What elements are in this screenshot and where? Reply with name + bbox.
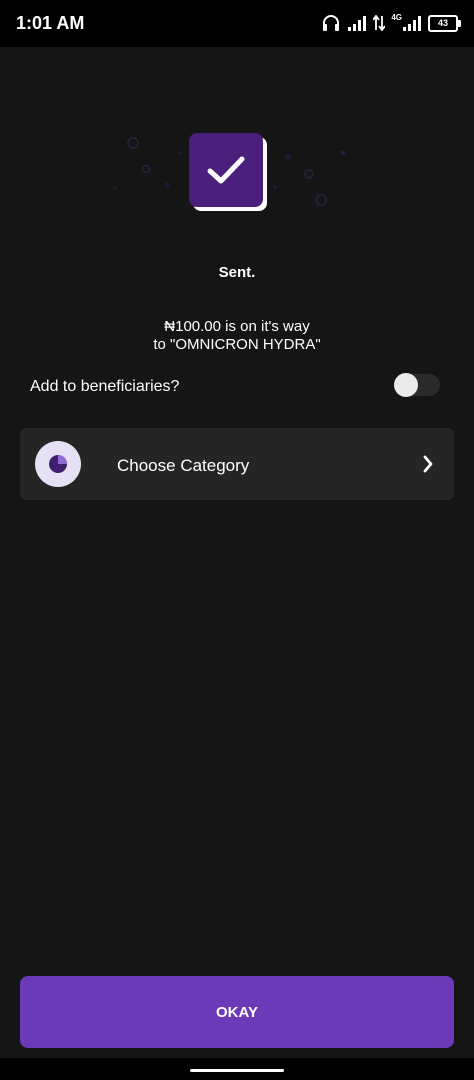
battery-level: 43: [437, 18, 448, 28]
sent-message: ₦100.00 is on it's way to "OMNICRON HYDR…: [0, 318, 474, 354]
home-indicator[interactable]: [190, 1069, 284, 1072]
system-navigation-bar: [0, 1058, 474, 1080]
transfer-success-screen: 1:01 AM 4G 43 Sent. ₦100.00 is on it's w…: [0, 0, 474, 1080]
headphones-icon: [323, 15, 340, 31]
success-badge: [189, 133, 263, 207]
toggle-knob: [394, 373, 418, 397]
add-beneficiary-toggle[interactable]: [394, 373, 440, 397]
choose-category-button[interactable]: Choose Category: [20, 428, 454, 500]
success-illustration: [100, 125, 374, 225]
network-type-label: 4G: [391, 12, 402, 22]
chevron-right-icon: [423, 455, 433, 473]
choose-category-label: Choose Category: [117, 456, 250, 475]
add-beneficiary-row: Add to beneficiaries?: [30, 370, 440, 402]
status-icons: 4G 43: [321, 12, 461, 34]
sent-message-recipient: to "OMNICRON HYDRA": [153, 336, 321, 353]
signal-4g-icon: [403, 16, 421, 31]
status-bar: 1:01 AM 4G 43: [0, 0, 474, 47]
add-beneficiary-label: Add to beneficiaries?: [30, 378, 180, 395]
data-transfer-icon: [373, 15, 386, 31]
category-icon-badge: [35, 441, 81, 487]
signal-icon: [348, 16, 367, 31]
sent-message-amount: ₦100.00 is on it's way: [164, 318, 310, 335]
pie-chart-icon: [49, 455, 67, 473]
sent-title: Sent.: [218, 264, 256, 281]
battery-icon: 43: [428, 14, 461, 32]
status-time: 1:01 AM: [16, 13, 85, 33]
okay-button[interactable]: OKAY: [20, 976, 454, 1048]
checkmark-icon: [207, 156, 245, 184]
